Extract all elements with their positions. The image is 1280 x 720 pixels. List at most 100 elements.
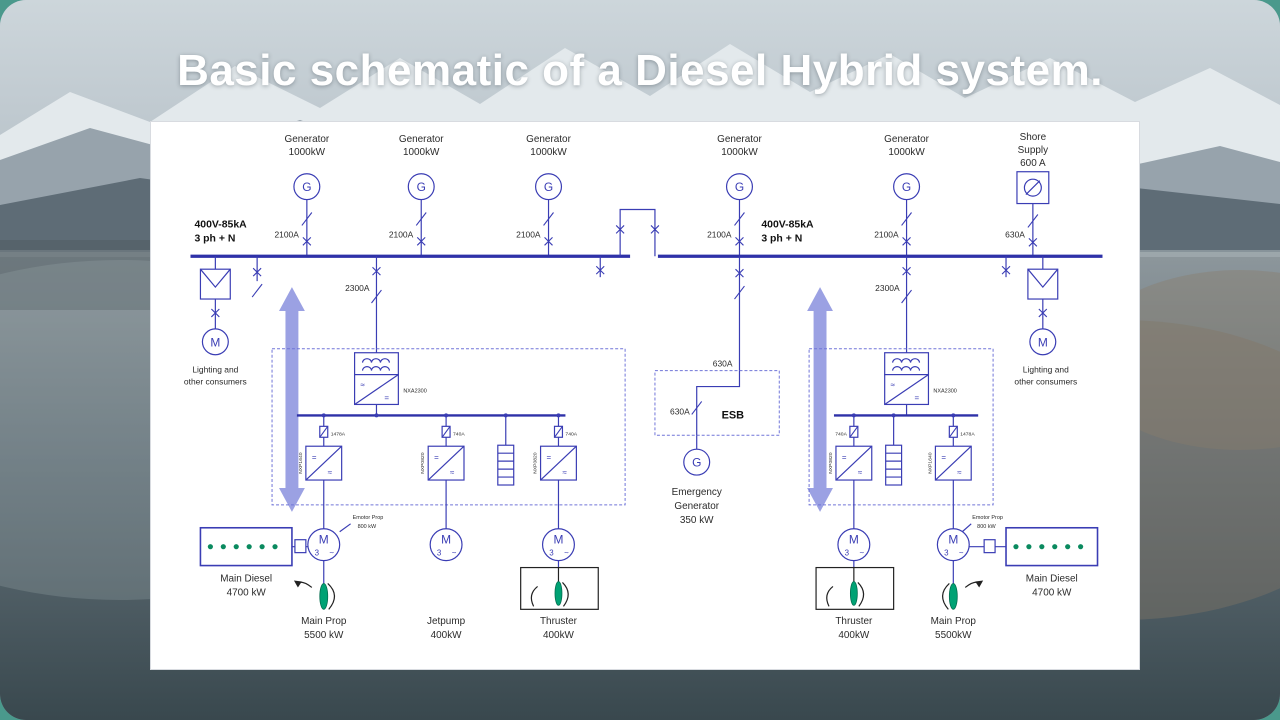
inverter-model: NXP0820: [420, 452, 426, 474]
ac-symbol: ≈: [891, 381, 896, 390]
esb-outline: [655, 371, 779, 436]
motor-sine: ~: [959, 549, 964, 558]
ac-symbol: ≈: [562, 468, 567, 477]
shore-label-2: Supply: [1018, 145, 1048, 156]
generator-1: Generator 1000kW G 2100A: [274, 134, 329, 256]
supply-filter-symbol: [885, 353, 929, 375]
main-prop-label: Main Prop: [301, 616, 347, 627]
motor-phase: 3: [549, 549, 554, 558]
shore-label-3: 600 A: [1020, 158, 1046, 169]
breaker-icon: [252, 284, 262, 297]
emotor-label-2: 800 kW: [977, 524, 996, 530]
dc-symbol: =: [842, 453, 847, 462]
dc-symbol: =: [915, 393, 920, 402]
generator-letter: G: [735, 180, 744, 194]
motor-phase: 3: [944, 549, 949, 558]
rectifier-model: NXA2300: [403, 389, 426, 395]
inverter-model: NXP1640: [927, 452, 933, 474]
generator-power: 1000kW: [888, 147, 925, 158]
lighting-label-2: other consumers: [184, 377, 247, 387]
esb-feed-rating: 630A: [713, 359, 733, 369]
drive-feed-port: 2300A: [345, 256, 381, 352]
dc-symbol: =: [941, 453, 946, 462]
bus-spec-port-2: 3 ph + N: [194, 233, 235, 244]
drive-feed-rating: 2300A: [875, 283, 900, 293]
motor-sine: ~: [452, 549, 457, 558]
jetpump-label: Jetpump: [427, 616, 466, 627]
main-prop-power: 5500kW: [935, 630, 972, 641]
power-flow-arrow-starboard: [807, 287, 833, 512]
jetpump-power: 400kW: [431, 630, 463, 641]
thruster-power: 400kW: [838, 630, 870, 641]
main-prop-label: Main Prop: [931, 616, 977, 627]
generator-power: 1000kW: [721, 147, 758, 158]
lighting-label-1: Lighting and: [1023, 365, 1069, 375]
propeller-blade: [949, 583, 957, 609]
slide-title: Basic schematic of a Diesel Hybrid syste…: [0, 46, 1280, 96]
generator-letter: G: [902, 180, 911, 194]
generator-power: 1000kW: [530, 147, 567, 158]
inverter-model: NXP1640: [298, 452, 304, 474]
thruster-label: Thruster: [540, 616, 578, 627]
dc-symbol: =: [434, 453, 439, 462]
shore-supply: Shore Supply 600 A 630A: [1005, 132, 1049, 256]
emergency-switchboard: 630A 630A ESB G Emergency Generator 350 …: [655, 256, 779, 526]
pitch-arrow: [294, 580, 302, 587]
emergency-label-2: Generator: [674, 501, 719, 512]
generator-power: 1000kW: [403, 147, 440, 158]
clutch-symbol: [295, 540, 306, 553]
thruster-blade: [555, 581, 562, 605]
presentation-slide: Basic schematic of a Diesel Hybrid syste…: [0, 0, 1280, 720]
motor-letter: M: [554, 533, 564, 547]
lighting-label-1: Lighting and: [192, 365, 238, 375]
main-diesel-starboard: Main Diesel 4700 kW: [969, 528, 1097, 599]
motor-phase: 3: [437, 549, 442, 558]
ac-symbol: ≈: [957, 468, 962, 477]
main-diesel-port: Main Diesel 4700 kW: [200, 528, 307, 599]
motor-sine: ~: [329, 549, 334, 558]
diesel-engine-symbol: [200, 528, 291, 566]
dc-symbol: =: [547, 453, 552, 462]
brake-resistor-symbol: [498, 445, 514, 485]
ac-symbol: ≈: [450, 468, 455, 477]
fuse-rating: 740A: [835, 431, 847, 437]
bus-spec-stbd-1: 400V-85kA: [761, 219, 814, 230]
motor-letter: M: [319, 533, 329, 547]
feeder-rating: 2100A: [389, 229, 414, 239]
thruster-starboard: M 3 ~ Thruster 400kW: [816, 529, 894, 641]
bus-spec-stbd-2: 3 ph + N: [761, 233, 802, 244]
main-diesel-power: 4700 kW: [1032, 587, 1072, 598]
lighting-feeder-starboard: M Lighting and other consumers: [1014, 256, 1077, 386]
fuse-rating: 740A: [453, 431, 465, 437]
main-propeller-port: Main Prop 5500 kW: [294, 561, 347, 642]
jetpump-motor: M 3 ~ Jetpump 400kW: [427, 529, 466, 641]
drive-feed-rating: 2300A: [345, 283, 370, 293]
power-flow-arrow-port: [279, 287, 305, 512]
fuse-rating: 740A: [565, 431, 577, 437]
thruster-power: 400kW: [543, 630, 575, 641]
feeder-rating: 2100A: [274, 229, 299, 239]
diesel-engine-symbol: [1006, 528, 1097, 566]
inverter-model: NXP0820: [533, 452, 539, 474]
generator-name: Generator: [399, 134, 444, 145]
main-diesel-label: Main Diesel: [1026, 573, 1078, 584]
generator-power: 1000kW: [289, 147, 326, 158]
motor-phase: 3: [845, 549, 850, 558]
main-prop-motor-starboard: M 3 ~ Emotor Prop 800 kW: [937, 515, 1003, 561]
dc-symbol: =: [384, 393, 389, 402]
thruster-port: M 3 ~ Thruster 400kW: [521, 529, 599, 641]
emotor-label-2: 800 kW: [358, 524, 377, 530]
main-diesel-power: 4700 kW: [227, 587, 267, 598]
generator-letter: G: [544, 180, 553, 194]
drive-feed-starboard: 2300A: [875, 256, 911, 352]
fuse-rating: 1478A: [331, 431, 346, 437]
generator-name: Generator: [284, 134, 329, 145]
generator-5: Generator 1000kW G 2100A: [874, 134, 929, 256]
propeller-blade: [320, 583, 328, 609]
ac-symbol: ≈: [361, 381, 366, 390]
one-line-diagram: Generator 1000kW G 2100A Generator 1000k…: [151, 122, 1139, 669]
lighting-label-2: other consumers: [1014, 377, 1077, 387]
generator-letter: G: [417, 180, 426, 194]
thruster-blade: [850, 581, 857, 605]
main-diesel-label: Main Diesel: [220, 573, 272, 584]
